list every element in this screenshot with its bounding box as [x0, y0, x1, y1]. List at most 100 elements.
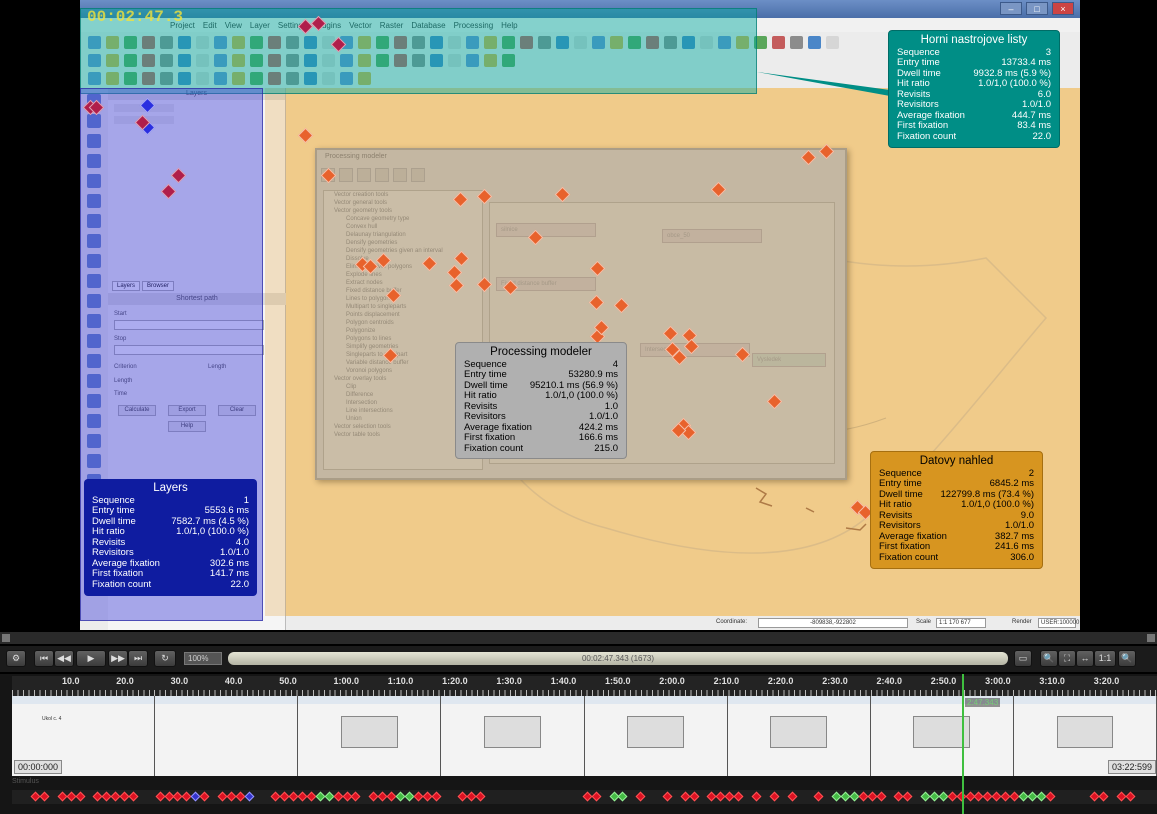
frame-thumbnail[interactable] — [441, 696, 585, 776]
frame-thumbnail[interactable] — [584, 696, 728, 776]
fixation-event — [769, 791, 780, 802]
aoi-stats-layers: Layers Sequence 1 Entry time 5553.6 ms Dwell… — [84, 479, 257, 596]
stat-value: 83.4 ms — [1017, 120, 1051, 131]
thumbnail-toolbar — [584, 696, 727, 704]
player-controls: ⚙ ⏮ ◀◀ ▶ ▶▶ ⏭ ↻ 100% 00:02:47.343 (1673)… — [0, 646, 1157, 672]
stat-row: Hit ratio 1.0/1,0 (100.0 %) — [92, 526, 249, 538]
ruler-tick-label: 2:10.0 — [713, 676, 740, 686]
loop-button[interactable]: ↻ — [154, 650, 176, 667]
fixation-event — [591, 791, 602, 802]
actual-size-button[interactable]: 1:1 — [1094, 650, 1116, 667]
fixation-event — [902, 791, 913, 802]
settings-button[interactable]: ⚙ — [6, 650, 26, 667]
playhead[interactable] — [962, 674, 964, 814]
ruler-tick-label: 40.0 — [224, 676, 243, 686]
ruler-tick-label: 1:20.0 — [442, 676, 468, 686]
stat-value: 215.0 — [594, 442, 618, 454]
scale-label: Scale — [916, 619, 932, 625]
stat-label: Entry time — [92, 505, 135, 516]
ruler-tick-label: 3:00.0 — [985, 676, 1011, 686]
stat-label: Hit ratio — [879, 499, 912, 510]
scale-value: 1:1 170 677 — [936, 618, 986, 628]
aoi-stats-preview: Datovy nahled Sequence 2 Entry time 6845.2 … — [870, 451, 1043, 569]
zoom-in-button[interactable]: 🔍 — [1118, 650, 1136, 667]
fit-width-button[interactable]: ↔ — [1076, 650, 1094, 667]
fixation-event — [1045, 791, 1056, 802]
ruler-tick-label: 1:50.0 — [605, 676, 631, 686]
fixation-event — [199, 791, 210, 802]
eye-tracking-player: – □ × Project Edit View Layer Settings P… — [0, 0, 1157, 814]
stat-row: Entry time 6845.2 ms — [879, 478, 1034, 490]
zoom-select[interactable]: 100% — [184, 652, 222, 665]
thumbnail-window — [1056, 716, 1114, 748]
ruler-tick-label: 2:00.0 — [659, 676, 685, 686]
play-button[interactable]: ▶ — [76, 650, 106, 667]
thumbnail-window — [770, 716, 828, 748]
fixation-event — [1125, 791, 1136, 802]
ruler-tick-label: 50.0 — [279, 676, 297, 686]
fixation-event — [617, 791, 628, 802]
scroll-right-icon[interactable] — [1147, 634, 1155, 642]
stat-value: 1.0/1.0 — [1004, 520, 1034, 531]
stat-value: 1.0/1,0 (100.0 %) — [545, 390, 618, 401]
fixation-event — [333, 791, 344, 802]
stat-row: First fixation 166.6 ms — [464, 432, 618, 444]
time-ruler[interactable]: 10.0 20.0 30.0 40.0 50.0 1:00.0 1:10.0 1:20.0 1:… — [12, 676, 1157, 696]
fixation-event — [662, 791, 673, 802]
stat-label: Revisitors — [464, 411, 506, 422]
ruler-tick-label: 1:10.0 — [387, 676, 414, 686]
stat-label: Revisitors — [92, 547, 134, 558]
stat-row: Hit ratio 1.0/1,0 (100.0 %) — [897, 78, 1051, 90]
stat-row: Hit ratio 1.0/1,0 (100.0 %) — [464, 390, 618, 402]
thumbnail-toolbar — [298, 696, 441, 704]
fixation-event — [733, 791, 744, 802]
ruler-tick-label: 2:40.0 — [876, 676, 903, 686]
stat-value: 1.0/1.0 — [1021, 99, 1051, 110]
close-icon: × — [1052, 2, 1074, 15]
zoom-out-button[interactable]: 🔍 — [1040, 650, 1058, 667]
stat-row: First fixation 141.7 ms — [92, 568, 249, 580]
stat-label: Fixation count — [897, 130, 957, 142]
minimize-icon: – — [1000, 2, 1022, 15]
ruler-tick-label: 30.0 — [170, 676, 189, 686]
ruler-tick-label: 20.0 — [116, 676, 134, 686]
ruler-tick-label: 2:30.0 — [822, 676, 848, 686]
fit-button[interactable]: ⛶ — [1058, 650, 1076, 667]
stat-row: First fixation 83.4 ms — [897, 120, 1051, 132]
card-title: Datovy nahled — [919, 455, 994, 467]
stat-label: Hit ratio — [897, 78, 930, 89]
timeline[interactable]: 10.0 20.0 30.0 40.0 50.0 1:00.0 1:10.0 1:20.0 1:… — [0, 674, 1157, 814]
stat-label: Entry time — [879, 478, 922, 489]
thumbnail-strip[interactable]: Ukol c. 4 — [12, 696, 1157, 776]
last-frame-button[interactable]: ⏭ — [128, 650, 148, 667]
fixation-event — [350, 791, 361, 802]
frame-thumbnail[interactable] — [155, 696, 299, 776]
timeline-start: 00:00:000 — [14, 760, 63, 774]
fixation-event — [128, 791, 139, 802]
horizontal-scrollbar[interactable] — [0, 632, 1157, 644]
frame-thumbnail[interactable] — [870, 696, 1014, 776]
ruler-tick-label: 2:20.0 — [767, 676, 794, 686]
card-title: Processing modeler — [490, 346, 592, 358]
thumbnail-toolbar — [727, 696, 870, 704]
thumbnail-toolbar — [1013, 696, 1156, 704]
coordinate-value: -809838,-922802 — [758, 618, 908, 628]
fixation-event — [689, 791, 700, 802]
recording-timer: 00:02:47.3 — [87, 8, 184, 26]
frame-thumbnail[interactable] — [727, 696, 871, 776]
ruler-tick-label: 1:00.0 — [333, 676, 360, 686]
seek-bar[interactable]: 00:02:47.343 (1673) — [228, 652, 1008, 665]
scroll-left-icon[interactable] — [2, 634, 10, 642]
next-button[interactable]: ▶▶ — [108, 650, 128, 667]
frame-thumbnail[interactable] — [298, 696, 442, 776]
prev-button[interactable]: ◀◀ — [54, 650, 74, 667]
first-frame-button[interactable]: ⏮ — [34, 650, 54, 667]
fixation-track[interactable] — [12, 790, 1157, 804]
qgis-statusbar: Coordinate: -809838,-922802 Scale 1:1 17… — [286, 616, 1080, 630]
stat-row: Fixation count 306.0 — [879, 552, 1034, 564]
aoi-stats-toolbars: Horni nastrojove listy Sequence 3 Entry ti… — [888, 30, 1060, 148]
stat-row: Fixation count 22.0 — [92, 579, 249, 591]
view-button[interactable]: ▭ — [1014, 650, 1032, 667]
playhead-label: 2:47.343 — [965, 698, 1001, 707]
fixation-event — [39, 791, 50, 802]
